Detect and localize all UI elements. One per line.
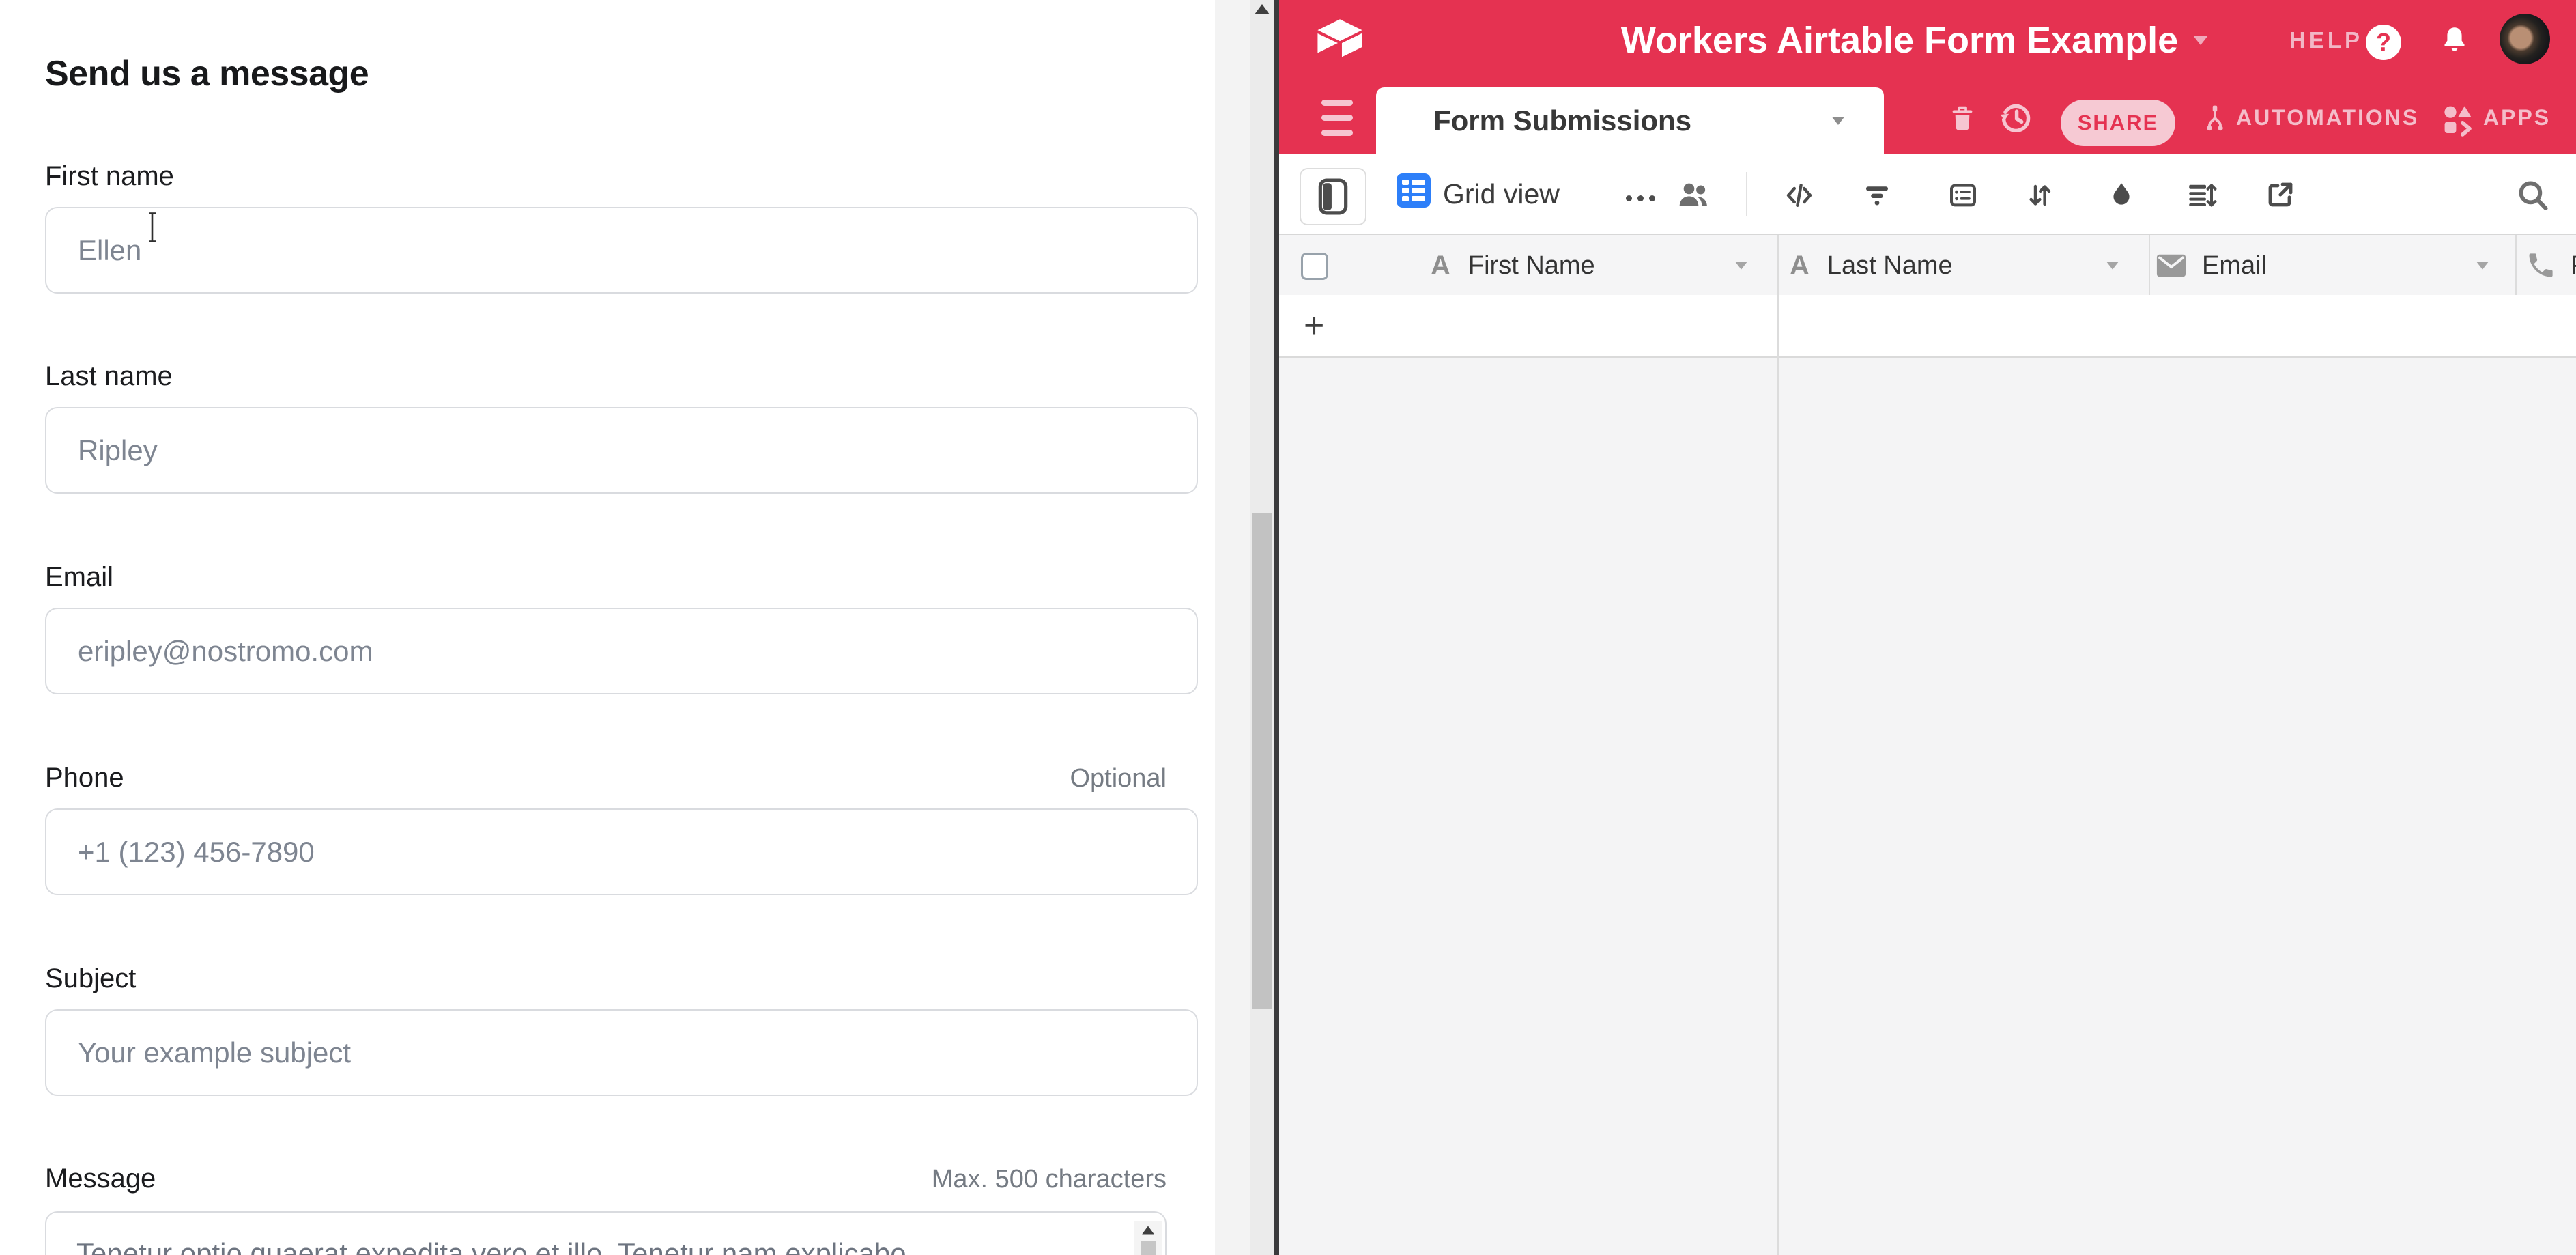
ellipsis-icon[interactable] — [1626, 193, 1661, 205]
chevron-down-icon — [2193, 36, 2208, 45]
window-divider — [1274, 0, 1279, 1255]
automations-icon[interactable] — [2199, 101, 2231, 135]
history-icon[interactable] — [1997, 100, 2034, 137]
column-label: Email — [2202, 251, 2267, 281]
sort-icon[interactable] — [2023, 179, 2056, 212]
single-line-text-icon: A — [1431, 251, 1450, 281]
trash-icon[interactable] — [1947, 101, 1978, 135]
column-header-first-name[interactable]: A First Name — [1431, 235, 1595, 296]
last-name-label: Last name — [45, 361, 173, 392]
base-title-button[interactable]: Workers Airtable Form Example — [1556, 0, 2273, 81]
filter-icon[interactable] — [1861, 179, 1893, 212]
help-icon[interactable]: ? — [2366, 25, 2401, 60]
scrollbar-up-arrow-icon[interactable] — [1255, 4, 1270, 14]
avatar[interactable] — [2500, 14, 2550, 64]
add-row[interactable]: + — [1279, 295, 2576, 358]
first-name-label: First name — [45, 161, 174, 192]
chevron-down-icon[interactable] — [1735, 262, 1747, 269]
base-title: Workers Airtable Form Example — [1621, 19, 2178, 61]
subject-placeholder: Your example subject — [78, 1037, 351, 1069]
sidebar-toggle-icon — [1317, 178, 1349, 216]
airtable-window: Workers Airtable Form Example HELP ? For… — [1279, 0, 2576, 1255]
grid-header-row: A First Name A Last Name Email P — [1279, 234, 2576, 298]
column-label: Last Name — [1827, 251, 1953, 281]
last-name-input[interactable]: Ripley — [45, 407, 1198, 494]
apps-label: APPS — [2483, 105, 2551, 130]
select-all-checkbox[interactable] — [1301, 253, 1328, 280]
hide-fields-icon[interactable] — [1783, 179, 1816, 212]
row-height-icon[interactable] — [2184, 179, 2217, 212]
email-input[interactable]: eripley@nostromo.com — [45, 608, 1198, 694]
grid-view-label: Grid view — [1443, 178, 1560, 210]
contact-form-pane: Send us a message First name Ellen Last … — [0, 0, 1215, 1255]
tab-form-submissions[interactable]: Form Submissions — [1376, 87, 1884, 154]
toolbar-divider — [1746, 172, 1747, 216]
subject-input[interactable]: Your example subject — [45, 1009, 1198, 1096]
view-sidebar-toggle-button[interactable] — [1300, 168, 1366, 225]
collaborators-icon[interactable] — [1675, 178, 1712, 213]
help-button[interactable]: HELP — [2289, 0, 2363, 81]
single-line-text-icon: A — [1790, 251, 1809, 281]
page-gutter — [1215, 0, 1250, 1255]
bell-icon[interactable] — [2438, 23, 2471, 57]
last-name-placeholder: Ripley — [78, 434, 158, 467]
phone-icon — [2525, 251, 2556, 281]
chevron-down-icon[interactable] — [1832, 117, 1845, 125]
message-scrollbar-thumb[interactable] — [1141, 1241, 1156, 1255]
group-icon[interactable] — [1947, 179, 1979, 212]
subject-label: Subject — [45, 963, 136, 994]
first-name-input[interactable]: Ellen — [45, 207, 1198, 294]
plus-icon[interactable]: + — [1304, 295, 1324, 356]
airtable-logo[interactable] — [1315, 16, 1365, 60]
email-placeholder: eripley@nostromo.com — [78, 635, 373, 668]
airtable-topbar: Workers Airtable Form Example HELP ? — [1279, 0, 2576, 81]
phone-placeholder: +1 (123) 456-7890 — [78, 836, 315, 869]
column-label: P — [2571, 251, 2576, 281]
grid-view-button[interactable]: Grid view — [1443, 154, 1560, 234]
page-title: Send us a message — [45, 53, 369, 94]
column-header-email[interactable]: Email — [2156, 235, 2267, 296]
message-scrollbar[interactable] — [1134, 1221, 1162, 1255]
chevron-down-icon[interactable] — [2106, 262, 2119, 269]
apps-button[interactable]: APPS — [2483, 81, 2551, 154]
color-icon[interactable] — [2105, 179, 2138, 212]
help-label: HELP — [2289, 27, 2363, 53]
phone-input[interactable]: +1 (123) 456-7890 — [45, 808, 1198, 895]
apps-icon[interactable] — [2441, 102, 2474, 137]
envelope-icon — [2156, 253, 2187, 279]
share-view-icon[interactable] — [2263, 179, 2296, 212]
column-label: First Name — [1468, 251, 1595, 281]
chevron-down-icon[interactable] — [2476, 262, 2489, 269]
search-icon[interactable] — [2515, 176, 2551, 214]
column-divider — [1777, 295, 1779, 1255]
help-question-glyph: ? — [2376, 28, 2391, 57]
text-cursor-icon — [145, 212, 160, 243]
first-name-placeholder: Ellen — [78, 234, 141, 267]
page-scrollbar-thumb[interactable] — [1252, 513, 1272, 1009]
automations-button[interactable]: AUTOMATIONS — [2236, 81, 2419, 154]
automations-label: AUTOMATIONS — [2236, 105, 2419, 130]
phone-optional-helper: Optional — [45, 764, 1167, 793]
scroll-up-icon[interactable] — [1142, 1226, 1154, 1235]
share-button[interactable]: SHARE — [2061, 100, 2175, 146]
column-header-phone[interactable]: P — [2525, 235, 2576, 296]
grid-view-icon[interactable] — [1397, 173, 1431, 208]
message-max-helper: Max. 500 characters — [45, 1165, 1167, 1194]
tab-label: Form Submissions — [1433, 104, 1691, 137]
message-value: Tenetur optio quaerat expedita vero et i… — [76, 1237, 1100, 1255]
column-header-last-name[interactable]: A Last Name — [1790, 235, 1953, 296]
share-label: SHARE — [2078, 111, 2159, 135]
email-label: Email — [45, 562, 113, 593]
